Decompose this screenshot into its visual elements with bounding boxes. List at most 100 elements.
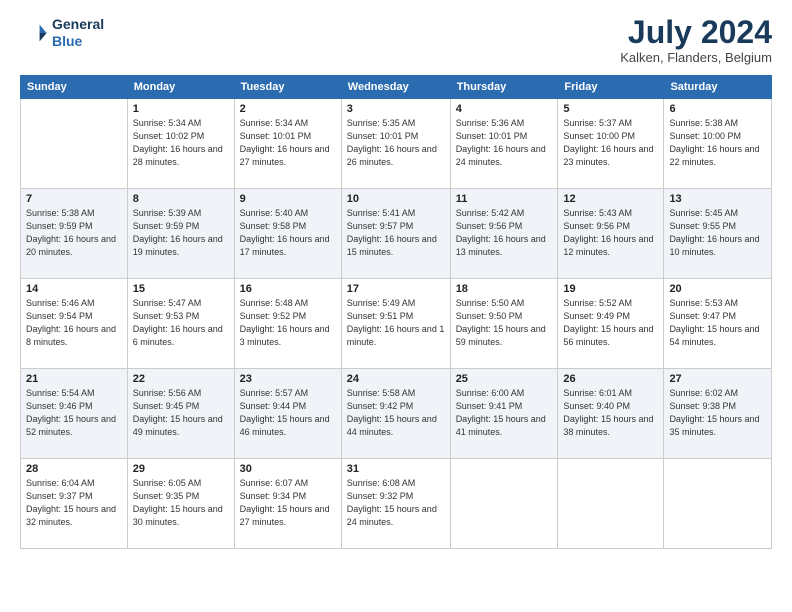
day-number: 30 xyxy=(240,463,336,475)
day-cell: 7Sunrise: 5:38 AMSunset: 9:59 PMDaylight… xyxy=(21,189,128,279)
day-info: Sunrise: 5:34 AMSunset: 10:02 PMDaylight… xyxy=(133,117,229,169)
day-number: 22 xyxy=(133,373,229,385)
day-cell: 19 Sunrise: 5:52 AMSunset: 9:49 PMDayligh… xyxy=(558,279,664,369)
day-cell: 8 Sunrise: 5:39 AMSunset: 9:59 PMDaylight… xyxy=(127,189,234,279)
day-number: 17 xyxy=(347,283,445,295)
col-header-monday: Monday xyxy=(127,76,234,99)
day-cell: 15Sunrise: 5:47 AMSunset: 9:53 PMDayligh… xyxy=(127,279,234,369)
header-row: SundayMondayTuesdayWednesdayThursdayFrid… xyxy=(21,76,772,99)
day-info: Sunrise: 5:38 AMSunset: 10:00 PMDaylight… xyxy=(669,117,766,169)
day-number: 24 xyxy=(347,373,445,385)
day-cell: 14 Sunrise: 5:46 AMSunset: 9:54 PMDayligh… xyxy=(21,279,128,369)
day-number: 16 xyxy=(240,283,336,295)
day-info: Sunrise: 5:48 AMSunset: 9:52 PMDaylight:… xyxy=(240,297,336,349)
logo-general: General xyxy=(52,16,104,33)
day-info: Sunrise: 6:07 AMSunset: 9:34 PMDaylight:… xyxy=(240,477,336,529)
week-row-3: 14 Sunrise: 5:46 AMSunset: 9:54 PMDayligh… xyxy=(21,279,772,369)
col-header-saturday: Saturday xyxy=(664,76,772,99)
day-info: Sunrise: 6:01 AMSunset: 9:40 PMDaylight:… xyxy=(563,387,658,439)
day-info: Sunrise: 5:39 AMSunset: 9:59 PMDaylight:… xyxy=(133,207,229,259)
day-info: Sunrise: 6:05 AMSunset: 9:35 PMDaylight:… xyxy=(133,477,229,529)
day-info: Sunrise: 5:49 AMSunset: 9:51 PMDaylight:… xyxy=(347,297,445,349)
day-number: 11 xyxy=(456,193,553,205)
day-number: 6 xyxy=(669,103,766,115)
col-header-sunday: Sunday xyxy=(21,76,128,99)
col-header-wednesday: Wednesday xyxy=(341,76,450,99)
day-number: 9 xyxy=(240,193,336,205)
day-cell: 28 Sunrise: 6:04 AMSunset: 9:37 PMDayligh… xyxy=(21,459,128,549)
calendar-table: SundayMondayTuesdayWednesdayThursdayFrid… xyxy=(20,75,772,549)
day-number: 2 xyxy=(240,103,336,115)
day-number: 8 xyxy=(133,193,229,205)
day-cell xyxy=(21,99,128,189)
day-info: Sunrise: 5:36 AMSunset: 10:01 PMDaylight… xyxy=(456,117,553,169)
day-cell: 30 Sunrise: 6:07 AMSunset: 9:34 PMDayligh… xyxy=(234,459,341,549)
day-info: Sunrise: 5:46 AMSunset: 9:54 PMDaylight:… xyxy=(26,297,122,349)
day-number: 26 xyxy=(563,373,658,385)
day-info: Sunrise: 5:58 AMSunset: 9:42 PMDaylight:… xyxy=(347,387,445,439)
day-info: Sunrise: 5:40 AMSunset: 9:58 PMDaylight:… xyxy=(240,207,336,259)
week-row-4: 21Sunrise: 5:54 AMSunset: 9:46 PMDayligh… xyxy=(21,369,772,459)
day-cell: 25Sunrise: 6:00 AMSunset: 9:41 PMDayligh… xyxy=(450,369,558,459)
day-cell xyxy=(558,459,664,549)
day-number: 13 xyxy=(669,193,766,205)
location: Kalken, Flanders, Belgium xyxy=(620,50,772,65)
day-number: 4 xyxy=(456,103,553,115)
day-cell: 27 Sunrise: 6:02 AMSunset: 9:38 PMDayligh… xyxy=(664,369,772,459)
day-cell: 23Sunrise: 5:57 AMSunset: 9:44 PMDayligh… xyxy=(234,369,341,459)
day-cell: 13 Sunrise: 5:45 AMSunset: 9:55 PMDayligh… xyxy=(664,189,772,279)
week-row-1: 1Sunrise: 5:34 AMSunset: 10:02 PMDayligh… xyxy=(21,99,772,189)
day-number: 10 xyxy=(347,193,445,205)
day-cell: 9 Sunrise: 5:40 AMSunset: 9:58 PMDaylight… xyxy=(234,189,341,279)
day-info: Sunrise: 5:47 AMSunset: 9:53 PMDaylight:… xyxy=(133,297,229,349)
day-cell: 3Sunrise: 5:35 AMSunset: 10:01 PMDayligh… xyxy=(341,99,450,189)
day-cell: 10 Sunrise: 5:41 AMSunset: 9:57 PMDayligh… xyxy=(341,189,450,279)
title-section: July 2024 Kalken, Flanders, Belgium xyxy=(620,16,772,65)
week-row-5: 28 Sunrise: 6:04 AMSunset: 9:37 PMDayligh… xyxy=(21,459,772,549)
day-info: Sunrise: 5:37 AMSunset: 10:00 PMDaylight… xyxy=(563,117,658,169)
day-info: Sunrise: 6:02 AMSunset: 9:38 PMDaylight:… xyxy=(669,387,766,439)
day-cell: 11 Sunrise: 5:42 AMSunset: 9:56 PMDayligh… xyxy=(450,189,558,279)
day-info: Sunrise: 5:35 AMSunset: 10:01 PMDaylight… xyxy=(347,117,445,169)
logo-icon xyxy=(20,19,48,47)
day-cell: 2Sunrise: 5:34 AMSunset: 10:01 PMDayligh… xyxy=(234,99,341,189)
day-info: Sunrise: 5:41 AMSunset: 9:57 PMDaylight:… xyxy=(347,207,445,259)
day-number: 20 xyxy=(669,283,766,295)
col-header-tuesday: Tuesday xyxy=(234,76,341,99)
day-info: Sunrise: 5:38 AMSunset: 9:59 PMDaylight:… xyxy=(26,207,122,259)
day-number: 14 xyxy=(26,283,122,295)
col-header-thursday: Thursday xyxy=(450,76,558,99)
logo-blue: Blue xyxy=(52,33,104,50)
day-number: 5 xyxy=(563,103,658,115)
day-cell xyxy=(664,459,772,549)
day-number: 27 xyxy=(669,373,766,385)
page: General Blue July 2024 Kalken, Flanders,… xyxy=(0,0,792,612)
week-row-2: 7Sunrise: 5:38 AMSunset: 9:59 PMDaylight… xyxy=(21,189,772,279)
header: General Blue July 2024 Kalken, Flanders,… xyxy=(20,16,772,65)
day-number: 12 xyxy=(563,193,658,205)
day-cell: 1Sunrise: 5:34 AMSunset: 10:02 PMDayligh… xyxy=(127,99,234,189)
day-info: Sunrise: 5:52 AMSunset: 9:49 PMDaylight:… xyxy=(563,297,658,349)
day-info: Sunrise: 5:53 AMSunset: 9:47 PMDaylight:… xyxy=(669,297,766,349)
month-title: July 2024 xyxy=(620,16,772,48)
day-info: Sunrise: 5:42 AMSunset: 9:56 PMDaylight:… xyxy=(456,207,553,259)
day-info: Sunrise: 6:08 AMSunset: 9:32 PMDaylight:… xyxy=(347,477,445,529)
day-cell: 22 Sunrise: 5:56 AMSunset: 9:45 PMDayligh… xyxy=(127,369,234,459)
day-cell: 18Sunrise: 5:50 AMSunset: 9:50 PMDayligh… xyxy=(450,279,558,369)
day-info: Sunrise: 5:57 AMSunset: 9:44 PMDaylight:… xyxy=(240,387,336,439)
day-cell xyxy=(450,459,558,549)
day-cell: 31 Sunrise: 6:08 AMSunset: 9:32 PMDayligh… xyxy=(341,459,450,549)
day-cell: 17 Sunrise: 5:49 AMSunset: 9:51 PMDayligh… xyxy=(341,279,450,369)
day-number: 19 xyxy=(563,283,658,295)
day-number: 31 xyxy=(347,463,445,475)
day-cell: 20 Sunrise: 5:53 AMSunset: 9:47 PMDayligh… xyxy=(664,279,772,369)
col-header-friday: Friday xyxy=(558,76,664,99)
day-info: Sunrise: 6:04 AMSunset: 9:37 PMDaylight:… xyxy=(26,477,122,529)
day-info: Sunrise: 5:50 AMSunset: 9:50 PMDaylight:… xyxy=(456,297,553,349)
day-number: 25 xyxy=(456,373,553,385)
logo: General Blue xyxy=(20,16,104,50)
day-info: Sunrise: 5:56 AMSunset: 9:45 PMDaylight:… xyxy=(133,387,229,439)
day-info: Sunrise: 5:54 AMSunset: 9:46 PMDaylight:… xyxy=(26,387,122,439)
day-number: 28 xyxy=(26,463,122,475)
day-info: Sunrise: 5:45 AMSunset: 9:55 PMDaylight:… xyxy=(669,207,766,259)
